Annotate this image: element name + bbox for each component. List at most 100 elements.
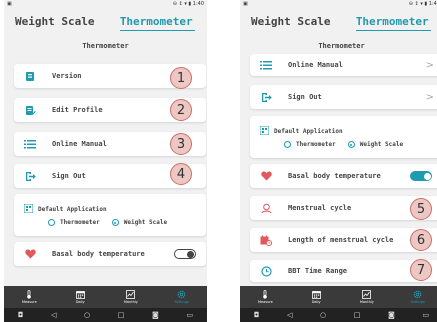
tab-weight-scale[interactable]: Weight Scale <box>240 8 342 34</box>
nav-daily-label: Daily <box>311 300 321 304</box>
tab-weight-scale[interactable]: Weight Scale <box>4 8 106 34</box>
nav-measure-label: Measure <box>257 300 273 304</box>
radio-thermometer[interactable]: Thermometer <box>48 219 100 226</box>
tab-bar: Weight Scale Thermometer <box>4 8 207 34</box>
callout-badge-5: 5 <box>410 198 432 220</box>
status-right: ⊖ ↕ ▾ ▮ 1:40 <box>408 1 437 7</box>
nav-daily-label: Daily <box>75 300 85 304</box>
screenshot-icon[interactable]: ▭ <box>186 311 193 319</box>
left-screen: ▣ ⊖ ↕ ▾ ▮ 1:40 Weight Scale Thermometer … <box>4 0 207 322</box>
menstrual-cycle-icon <box>260 202 272 214</box>
callout-badge-3: 3 <box>170 133 192 155</box>
volume-up-icon[interactable]: ◙ <box>388 311 395 319</box>
nav-daily[interactable]: Daily <box>291 286 342 308</box>
radio-thermometer-label: Thermometer <box>60 219 100 226</box>
chevron-right-icon: > <box>425 91 434 103</box>
calendar-clock-icon <box>260 234 272 246</box>
callout-badge-7: 7 <box>410 259 432 281</box>
nav-monthly-label: Monthly <box>123 300 138 304</box>
thermometer-icon <box>27 290 32 299</box>
system-nav-bar: ◘ ◁ ○ □ ◙ ▭ <box>4 308 207 322</box>
recents-icon[interactable]: □ <box>118 311 125 319</box>
version-label: Version <box>52 72 82 80</box>
bottom-nav: Measure Daily Monthly Settings <box>4 286 207 308</box>
callout-badge-1: 1 <box>170 67 192 89</box>
default-application-label: Default Application <box>38 205 107 213</box>
nav-daily[interactable]: Daily <box>55 286 106 308</box>
length-menstrual-cycle-label: Length of menstrual cycle <box>288 236 394 244</box>
menstrual-cycle-row[interactable]: Menstrual cycle <box>250 196 437 220</box>
screenshot-icon[interactable]: ▭ <box>422 311 429 319</box>
nav-settings[interactable]: Settings <box>392 286 437 308</box>
home-icon[interactable]: ○ <box>84 311 90 319</box>
edit-profile-label: Edit Profile <box>52 106 103 114</box>
nav-measure-label: Measure <box>21 300 37 304</box>
edit-profile-icon <box>24 104 36 116</box>
system-nav-bar: ◘ ◁ ○ □ ◙ ▭ <box>240 308 437 322</box>
menstrual-cycle-label: Menstrual cycle <box>288 204 352 212</box>
nav-measure[interactable]: Measure <box>240 286 291 308</box>
basal-temperature-row: Basal body temperature <box>250 164 437 188</box>
callout-badge-6: 6 <box>410 229 432 251</box>
chart-icon <box>126 290 136 299</box>
callout-badge-4: 4 <box>170 163 192 185</box>
status-bar: ▣ ⊖ ↕ ▾ ▮ 1:40 <box>4 0 207 8</box>
radio-thermometer[interactable]: Thermometer <box>284 141 336 148</box>
basal-temperature-label: Basal body temperature <box>52 250 145 258</box>
app-grid-icon <box>259 122 270 140</box>
list-icon <box>24 138 36 150</box>
back-icon[interactable]: ◁ <box>287 311 292 319</box>
radio-weight-scale[interactable]: Weight Scale <box>347 141 404 148</box>
right-screen: ▣ ⊖ ↕ ▾ ▮ 1:40 Weight Scale Thermometer … <box>240 0 437 322</box>
status-right: ⊖ ↕ ▾ ▮ 1:40 <box>172 1 204 7</box>
bbt-time-range-label: BBT Time Range <box>288 267 348 275</box>
online-manual-label: Online Manual <box>52 140 107 148</box>
radio-weight-scale-label: Weight Scale <box>359 141 404 148</box>
tab-thermometer[interactable]: Thermometer <box>106 8 208 34</box>
nav-monthly[interactable]: Monthly <box>342 286 393 308</box>
length-menstrual-cycle-row[interactable]: Length of menstrual cycle <box>250 228 437 252</box>
calendar-icon <box>75 291 85 299</box>
nav-settings[interactable]: Settings <box>156 286 207 308</box>
status-bar: ▣ ⊖ ↕ ▾ ▮ 1:40 <box>240 0 437 8</box>
online-manual-label: Online Manual <box>288 61 343 69</box>
back-icon[interactable]: ◁ <box>51 311 56 319</box>
basal-temperature-toggle[interactable] <box>174 249 196 259</box>
default-application-card: Default Application Thermometer Weight S… <box>14 194 206 236</box>
device-info-icon <box>24 70 36 82</box>
online-manual-row[interactable]: Online Manual > <box>250 54 437 76</box>
heart-icon <box>260 170 272 182</box>
volume-icon[interactable]: ◘ <box>18 311 24 319</box>
status-left-icon: ▣ <box>7 1 12 7</box>
nav-settings-label: Settings <box>410 300 425 304</box>
radio-weight-scale[interactable]: Weight Scale <box>111 219 168 226</box>
radio-thermometer-label: Thermometer <box>296 141 336 148</box>
home-icon[interactable]: ○ <box>320 311 326 319</box>
volume-up-icon[interactable]: ◙ <box>152 311 159 319</box>
heart-icon <box>24 248 36 260</box>
nav-monthly[interactable]: Monthly <box>106 286 157 308</box>
clock-icon <box>260 265 272 277</box>
settings-gear-icon <box>177 290 186 299</box>
default-application-label: Default Application <box>274 127 343 135</box>
radio-weight-scale-label: Weight Scale <box>123 219 168 226</box>
bottom-nav: Measure Daily Monthly Settings <box>240 286 437 308</box>
page-title: Thermometer <box>82 42 129 50</box>
default-application-card: Default Application Thermometer Weight S… <box>250 116 437 158</box>
chart-icon <box>362 290 372 299</box>
tab-bar: Weight Scale Thermometer <box>240 8 437 34</box>
nav-measure[interactable]: Measure <box>4 286 55 308</box>
sign-out-label: Sign Out <box>52 172 86 180</box>
calendar-icon <box>311 291 321 299</box>
basal-temperature-toggle[interactable] <box>410 171 432 181</box>
app-grid-icon <box>23 200 34 218</box>
list-icon <box>260 59 272 71</box>
bbt-time-range-row[interactable]: BBT Time Range <box>250 260 437 282</box>
sign-out-icon <box>260 91 272 103</box>
tab-thermometer[interactable]: Thermometer <box>342 8 437 34</box>
sign-out-row[interactable]: Sign Out > <box>250 85 437 109</box>
volume-icon[interactable]: ◘ <box>254 311 260 319</box>
nav-settings-label: Settings <box>174 300 189 304</box>
recents-icon[interactable]: □ <box>354 311 361 319</box>
sign-out-icon <box>24 170 36 182</box>
